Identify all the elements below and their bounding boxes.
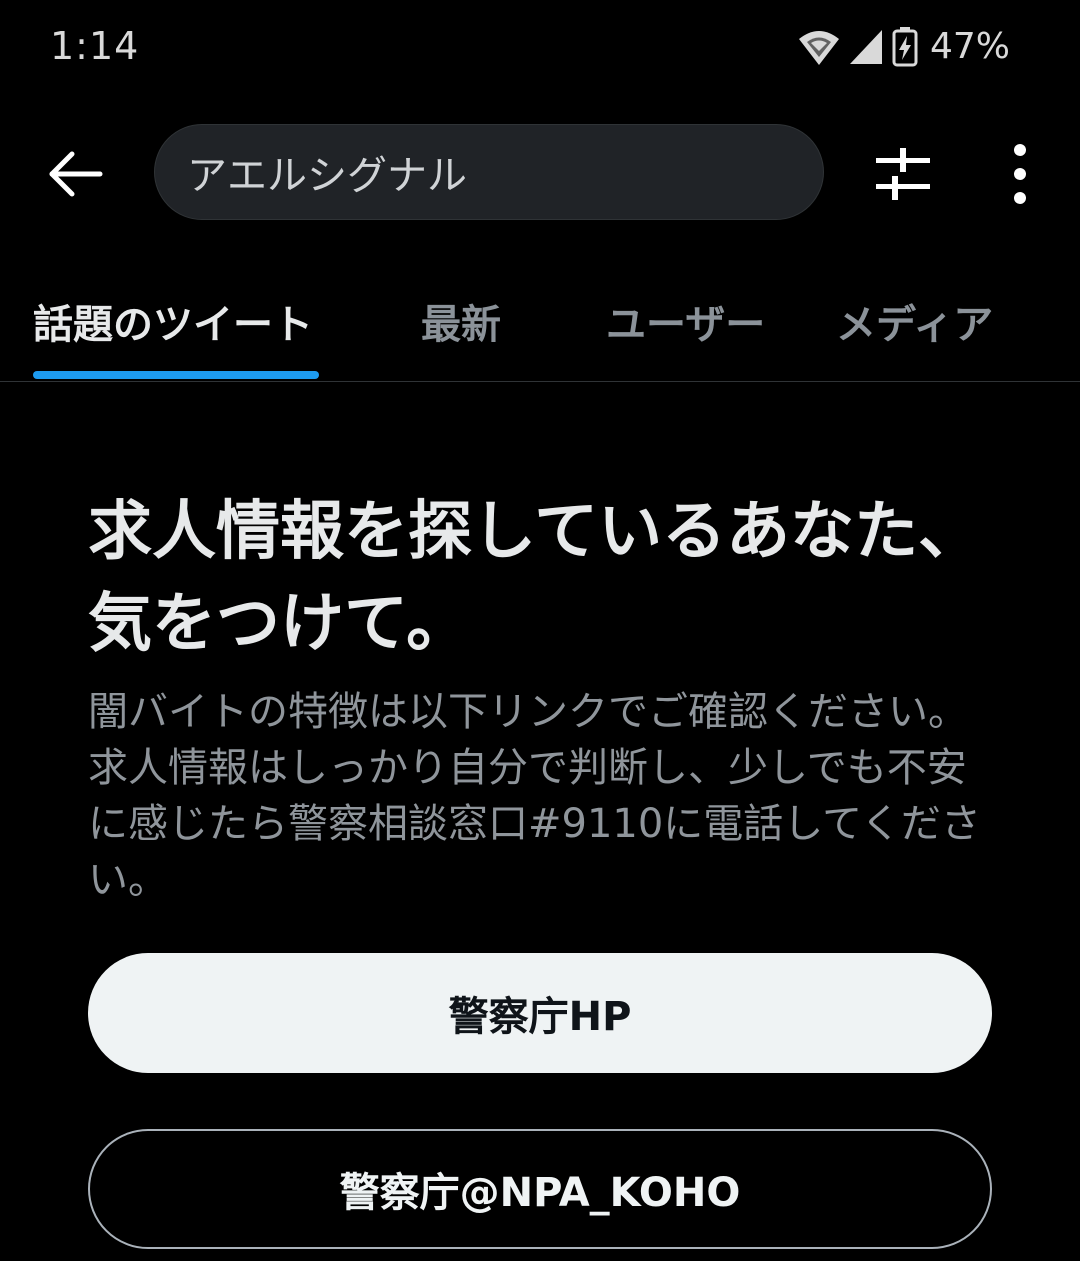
more-vertical-icon — [1000, 144, 1040, 210]
tab-latest[interactable]: 最新 — [421, 292, 501, 350]
cell-signal-icon — [848, 28, 884, 66]
search-header — [0, 120, 1080, 224]
promo-headline: 求人情報を探しているあなた、気をつけて。 — [88, 495, 983, 661]
search-filter-button[interactable] — [870, 148, 936, 202]
status-time: 1:14 — [50, 24, 140, 68]
wifi-icon — [798, 27, 840, 67]
active-tab-indicator — [33, 371, 319, 379]
police-hp-button[interactable]: 警察庁HP — [88, 953, 992, 1073]
more-options-button[interactable] — [1000, 142, 1040, 206]
battery-charging-icon — [892, 26, 918, 67]
battery-percent: 47% — [929, 26, 1010, 67]
search-input[interactable] — [187, 125, 787, 219]
sliders-icon — [870, 148, 936, 206]
search-tabs: 話題のツイート 最新 ユーザー メディア — [0, 270, 1080, 382]
tab-media[interactable]: メディア — [836, 292, 993, 350]
promo-body: 闇バイトの特徴は以下リンクでご確認ください。求人情報はしっかり自分で判断し、少し… — [88, 689, 981, 903]
tab-users[interactable]: ユーザー — [606, 292, 765, 350]
arrow-left-icon — [46, 151, 106, 206]
back-button[interactable] — [46, 146, 106, 202]
police-account-button[interactable]: 警察庁@NPA_KOHO — [88, 1129, 992, 1249]
search-box[interactable] — [154, 124, 824, 220]
status-icons: 47% — [798, 26, 1010, 67]
status-bar: 1:14 47% — [0, 0, 1080, 96]
tab-top-tweets[interactable]: 話題のツイート — [33, 292, 313, 350]
